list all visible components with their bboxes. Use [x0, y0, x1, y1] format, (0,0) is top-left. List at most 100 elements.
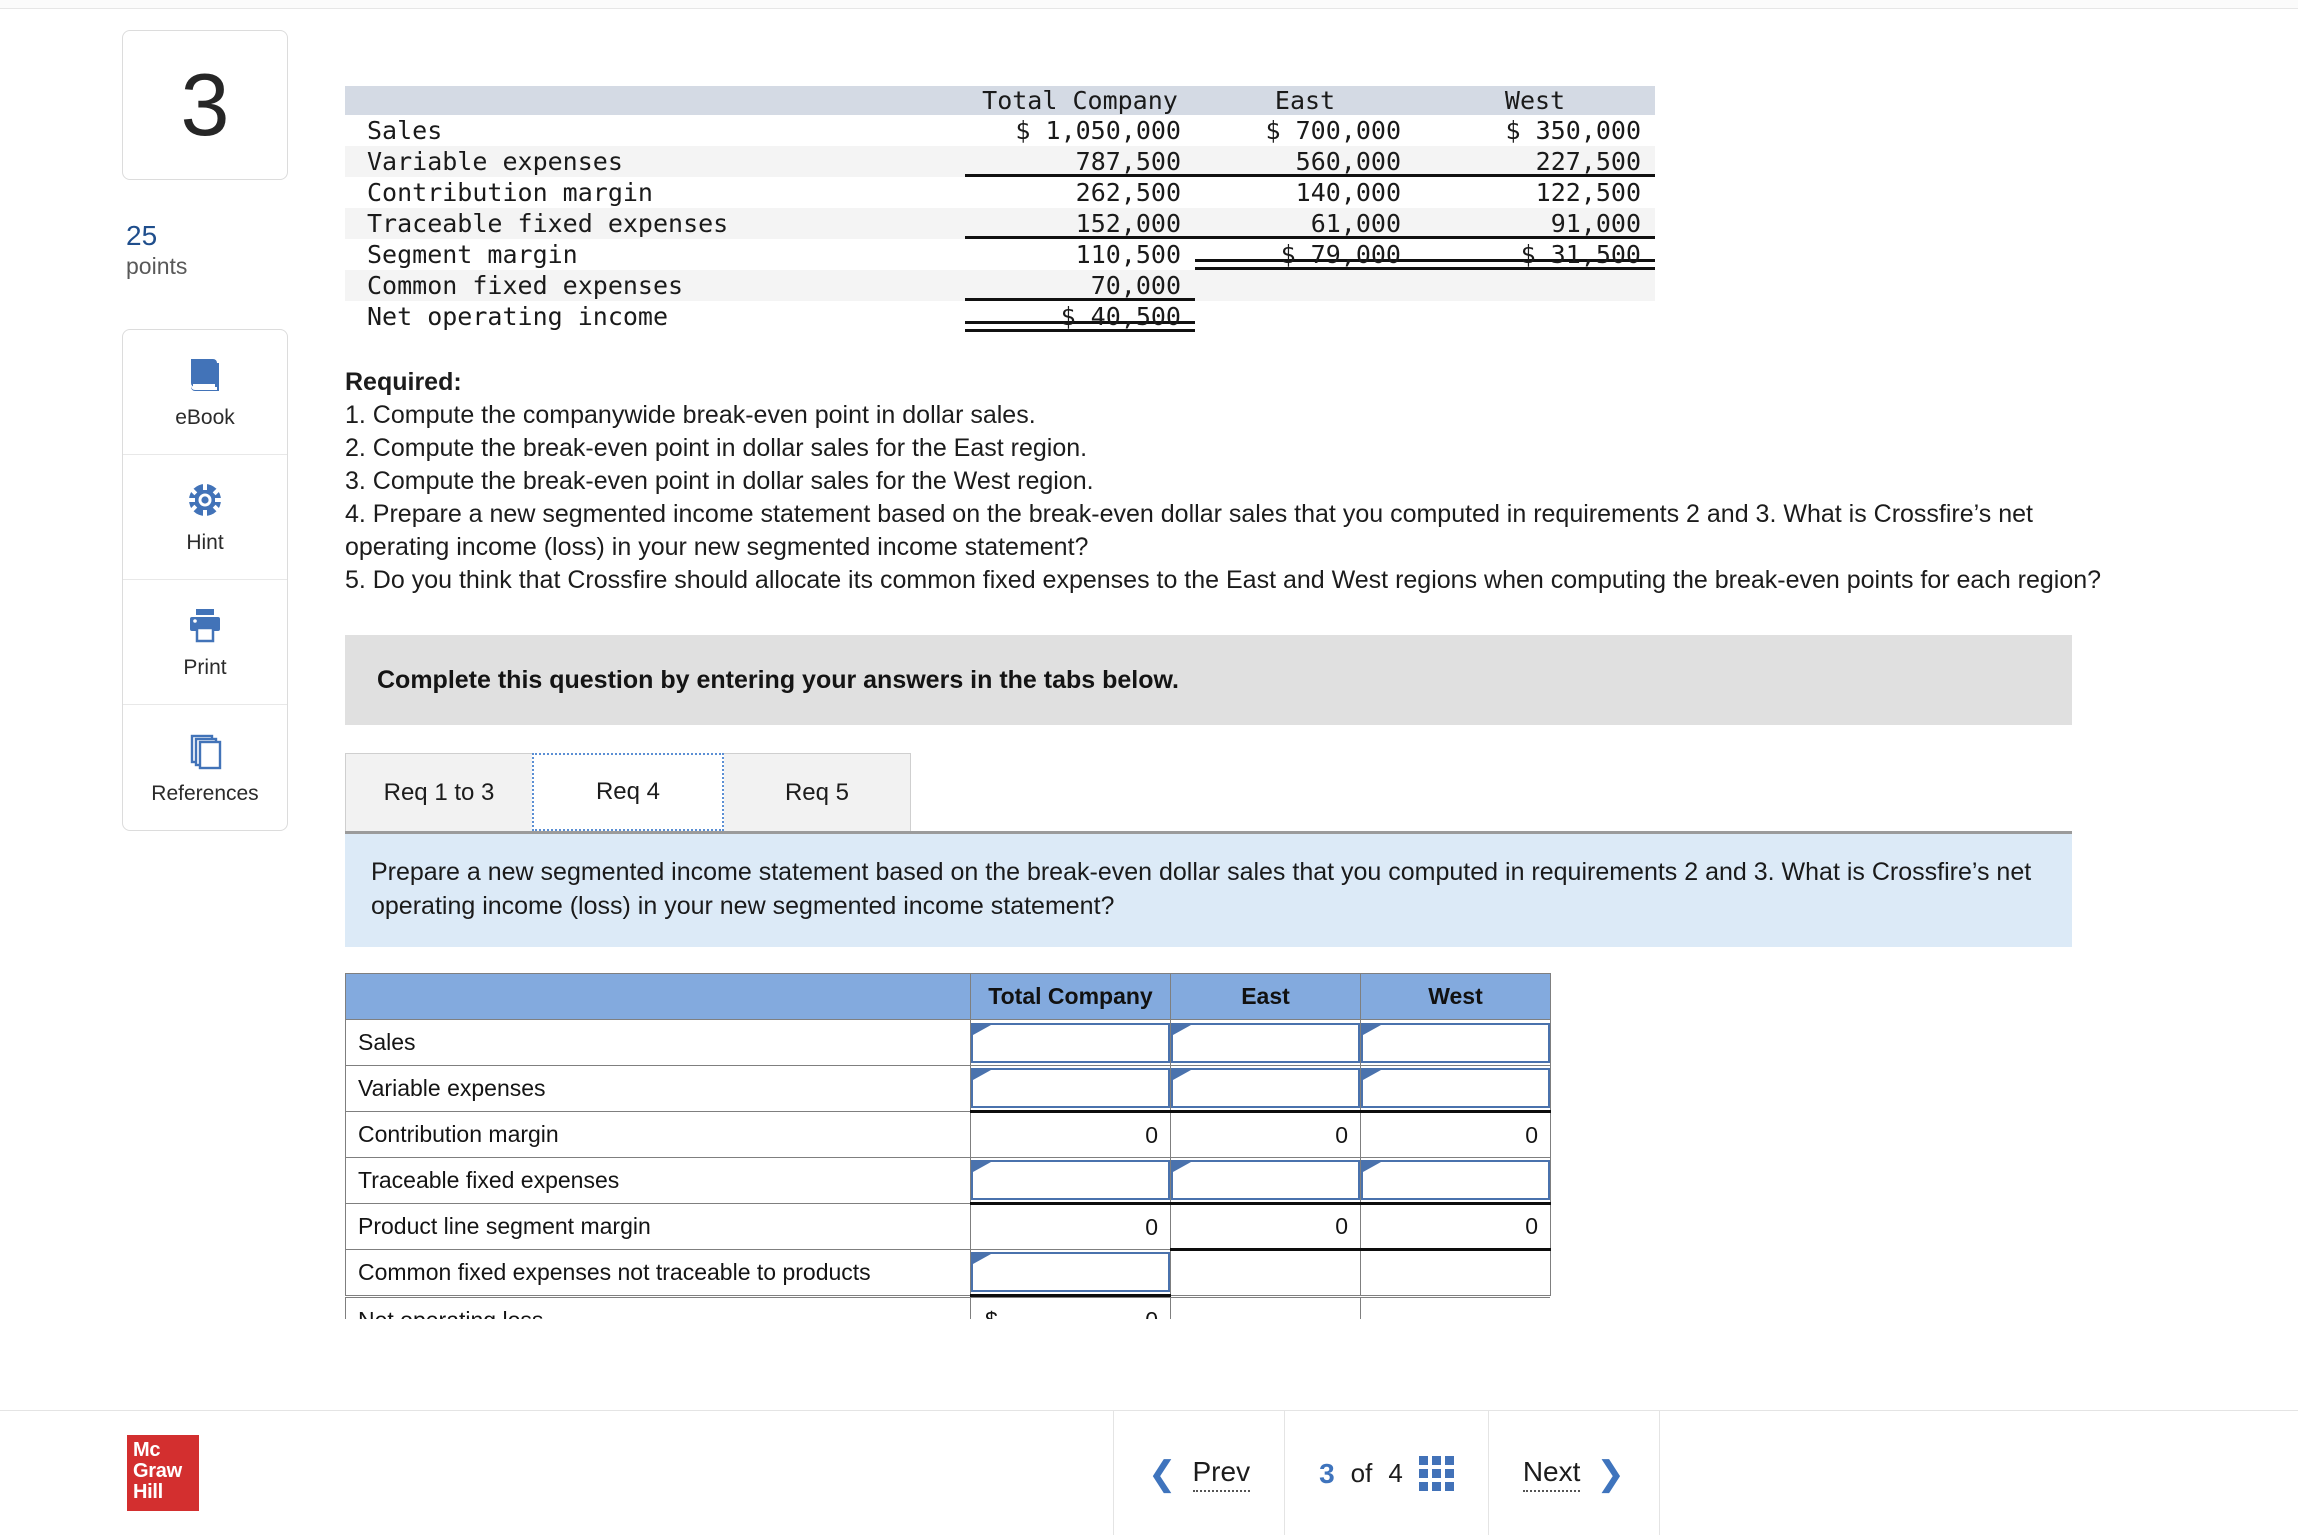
figure-col-west: West: [1415, 86, 1655, 115]
input-sales-east[interactable]: [1170, 1019, 1361, 1066]
tab-label: Req 1 to 3: [383, 778, 495, 806]
figure-row-label: Segment margin: [367, 240, 578, 269]
next-button[interactable]: Next ❯: [1487, 1411, 1660, 1535]
answer-col-east: East: [1170, 973, 1361, 1020]
input-traceable-fixed-west[interactable]: [1360, 1157, 1551, 1205]
pagination-nav: ❮ Prev 3 of 4 Next ❯: [1113, 1411, 1660, 1535]
requirement-prompt: Prepare a new segmented income statement…: [345, 834, 2072, 947]
page-total: 4: [1388, 1458, 1403, 1488]
answer-cell-empty-west: [1360, 1249, 1551, 1296]
figure-cell-total: 70,000: [965, 270, 1195, 301]
value-net-operating-loss-total: $0: [970, 1297, 1171, 1319]
instruction-banner-text: Complete this question by entering your …: [377, 665, 1179, 694]
figure-cell-east: 140,000: [1295, 178, 1401, 207]
input-sales-total[interactable]: [970, 1019, 1171, 1066]
pages-stack-icon: [184, 730, 226, 772]
figure-row-label: Common fixed expenses: [345, 270, 965, 301]
required-section: Required: 1. Compute the companywide bre…: [345, 366, 2135, 597]
figure-cell-total: 787,500: [965, 146, 1195, 177]
top-bar: [0, 0, 2298, 9]
input-traceable-fixed-total[interactable]: [970, 1157, 1171, 1205]
answer-cell-empty-west: [1360, 1297, 1550, 1319]
figure-cell-total: 152,000: [965, 208, 1195, 239]
tab-req-4[interactable]: Req 4: [532, 753, 724, 831]
chevron-right-icon: ❯: [1596, 1454, 1625, 1493]
figure-cell-east: [1195, 270, 1415, 301]
main-content: Total Company East West Sales $ 1,050,00…: [345, 86, 2145, 1319]
value-contribution-margin-east: 0: [1170, 1111, 1361, 1158]
tool-print[interactable]: Print: [123, 580, 287, 706]
figure-row-label: Variable expenses: [345, 146, 965, 177]
required-item-2: 2. Compute the break-even point in dolla…: [345, 434, 1088, 462]
figure-cell-east: 560,000: [1195, 146, 1415, 177]
answer-row-label: Net operating loss: [345, 1297, 971, 1319]
figure-col-east: East: [1195, 86, 1415, 115]
answer-col-total-company: Total Company: [970, 973, 1171, 1020]
printer-icon: [184, 604, 226, 646]
required-item-4: 4. Prepare a new segmented income statem…: [345, 500, 2033, 561]
figure-cell-total: $ 1,050,000: [1015, 116, 1181, 145]
figure-col-total: Total Company: [965, 86, 1195, 115]
answer-row-label: Sales: [345, 1019, 971, 1066]
figure-row-variable-expenses: Variable expenses 787,500 560,000 227,50…: [345, 146, 1655, 177]
figure-cell-west: [1415, 270, 1655, 301]
footer-bar: Mc Graw Hill ❮ Prev 3 of 4 Next ❯: [0, 1410, 2298, 1535]
answer-row-label: Contribution margin: [345, 1111, 971, 1158]
tool-panel: eBook Hint Print References: [122, 329, 288, 832]
input-common-fixed-total[interactable]: [970, 1249, 1171, 1297]
answer-row-contribution-margin: Contribution margin 0 0 0: [345, 1111, 1551, 1158]
answer-row-label: Common fixed expenses not traceable to p…: [345, 1249, 971, 1296]
answer-row-net-operating-loss: Net operating loss $0: [345, 1297, 1550, 1319]
points-value: 25: [126, 220, 158, 251]
figure-cell-west: $ 350,000: [1505, 116, 1641, 145]
tool-ebook[interactable]: eBook: [123, 330, 287, 456]
points-block: 25 points: [122, 220, 294, 282]
figure-header-row: Total Company East West: [345, 86, 1655, 115]
instruction-banner: Complete this question by entering your …: [345, 635, 2072, 725]
input-sales-west[interactable]: [1360, 1019, 1551, 1066]
points-label: points: [126, 253, 188, 280]
tab-req-1-to-3[interactable]: Req 1 to 3: [345, 753, 533, 831]
answer-col-blank: [345, 973, 971, 1020]
logo-line-3: Hill: [133, 1481, 163, 1504]
figure-cell-west: 227,500: [1415, 146, 1655, 177]
figure-row-label: Net operating income: [367, 302, 669, 331]
mcgraw-hill-logo: Mc Graw Hill: [127, 1435, 199, 1511]
answer-table: Total Company East West Sales Variable e…: [345, 973, 1551, 1297]
prev-button[interactable]: ❮ Prev: [1113, 1411, 1284, 1535]
app-grid-icon[interactable]: [1418, 1456, 1454, 1491]
tool-label: Print: [183, 656, 227, 680]
value-contribution-margin-total: 0: [970, 1111, 1171, 1158]
answer-row-traceable-fixed-expenses: Traceable fixed expenses: [345, 1157, 1551, 1205]
figure-row-sales: Sales $ 1,050,000 $ 700,000 $ 350,000: [345, 115, 1655, 146]
answer-col-west: West: [1360, 973, 1551, 1020]
tool-label: eBook: [175, 406, 235, 430]
page-indicator[interactable]: 3 of 4: [1284, 1411, 1488, 1535]
input-variable-expenses-west[interactable]: [1360, 1065, 1551, 1113]
figure-row-label: Sales: [367, 116, 443, 145]
figure-cell-total: 110,500: [1075, 240, 1181, 269]
question-number: 3: [180, 55, 230, 154]
answer-row-label: Variable expenses: [345, 1065, 971, 1112]
page-current: 3: [1319, 1457, 1335, 1489]
figure-cell-west: 91,000: [1415, 208, 1655, 239]
tool-hint[interactable]: Hint: [123, 455, 287, 581]
required-heading: Required:: [345, 368, 462, 396]
figure-cell-east: $ 700,000: [1265, 116, 1401, 145]
figure-cell-west: 122,500: [1535, 178, 1641, 207]
required-item-5: 5. Do you think that Crossfire should al…: [345, 566, 2102, 594]
tab-label: Req 4: [595, 778, 661, 805]
tab-req-5[interactable]: Req 5: [723, 753, 911, 831]
answer-row-variable-expenses: Variable expenses: [345, 1065, 1551, 1113]
book-icon: [184, 354, 226, 396]
figure-cell-west: [1415, 301, 1655, 332]
figure-row-contribution-margin: Contribution margin 262,500 140,000 122,…: [345, 177, 1655, 208]
input-traceable-fixed-east[interactable]: [1170, 1157, 1361, 1205]
answer-cell-empty-east: [1170, 1249, 1361, 1296]
tool-references[interactable]: References: [123, 705, 287, 830]
input-variable-expenses-east[interactable]: [1170, 1065, 1361, 1113]
required-item-3: 3. Compute the break-even point in dolla…: [345, 467, 1094, 495]
chevron-left-icon: ❮: [1148, 1454, 1177, 1493]
input-variable-expenses-total[interactable]: [970, 1065, 1171, 1113]
figure-cell-east: $ 79,000: [1195, 239, 1415, 270]
